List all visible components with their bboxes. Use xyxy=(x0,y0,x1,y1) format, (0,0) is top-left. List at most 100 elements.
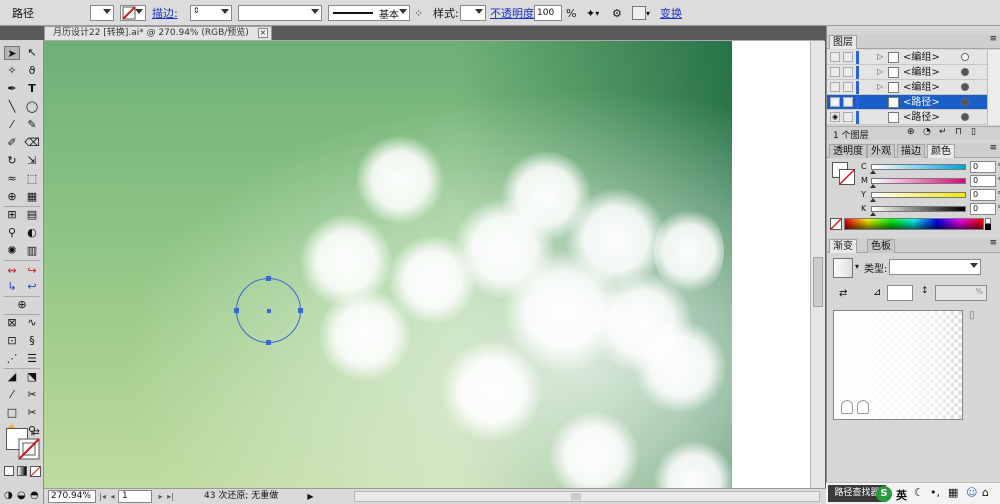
lock-toggle[interactable] xyxy=(843,67,853,77)
tab-appearance[interactable]: 外观 xyxy=(867,144,895,158)
transform-link[interactable]: 变换 xyxy=(660,5,682,21)
punctuation-icon[interactable]: •, xyxy=(930,486,940,499)
clipping-mask-icon[interactable]: ◔ xyxy=(923,127,931,137)
wave-tool-icon[interactable]: ∿ xyxy=(24,316,40,330)
tab-stroke[interactable]: 描边 xyxy=(897,144,925,158)
tab-layers[interactable]: 图层 xyxy=(829,35,857,49)
cyan-slider[interactable]: C 0 % xyxy=(843,161,1000,174)
artboard-canvas[interactable] xyxy=(44,41,732,488)
gradient-type-dropdown[interactable] xyxy=(889,259,981,275)
opacity-link[interactable]: 不透明度 xyxy=(490,5,534,21)
keyboard-icon[interactable]: ▦ xyxy=(948,486,958,499)
target-icon[interactable] xyxy=(961,83,969,91)
stroke-color-swatch[interactable] xyxy=(18,438,40,460)
free-transform-tool-icon[interactable]: ⬚ xyxy=(24,172,40,186)
mesh-tool-icon[interactable]: ⊞ xyxy=(4,208,20,222)
pencil-tool-icon[interactable]: ✎ xyxy=(24,118,40,132)
lock-toggle[interactable] xyxy=(843,97,853,107)
aspect-ratio-field[interactable]: % xyxy=(935,285,987,301)
recolor-icon[interactable]: ✦ xyxy=(586,7,595,20)
column-graph-tool-icon[interactable]: ▥ xyxy=(24,244,40,258)
anchor-point[interactable] xyxy=(266,340,271,345)
layers-scrollbar[interactable] xyxy=(987,50,1000,125)
pathfinder-tool-icon[interactable]: ⋰ xyxy=(4,352,20,366)
lock-toggle[interactable] xyxy=(843,52,853,62)
aspect-ratio-icon[interactable]: ↕ xyxy=(921,286,929,296)
swap-colors-icon[interactable]: ⇄ xyxy=(28,426,44,440)
layer-row[interactable]: ◉ <路径> xyxy=(827,110,987,125)
slider-track[interactable] xyxy=(871,206,966,212)
shape-builder-tool-icon[interactable]: ⊕ xyxy=(4,190,20,204)
tab-gradient[interactable]: 渐变 xyxy=(829,239,857,253)
tab-swatches[interactable]: 色板 xyxy=(867,239,895,253)
anchor-point[interactable] xyxy=(298,308,303,313)
locate-object-icon[interactable]: ⊕ xyxy=(907,127,915,137)
stroke-link[interactable]: 描边: xyxy=(152,5,178,21)
ime-language[interactable]: 英 xyxy=(896,487,907,503)
channel-value[interactable]: 0 xyxy=(970,175,996,187)
expand-arrow-icon[interactable]: ▷ xyxy=(877,67,883,76)
slider-knob[interactable] xyxy=(870,170,876,174)
knife-tool-icon[interactable]: ✂ xyxy=(24,388,40,402)
pen-tool-icon[interactable]: ✒ xyxy=(4,82,20,96)
lasso-tool-icon[interactable]: ϑ xyxy=(24,64,40,78)
twirl-tool-icon[interactable]: § xyxy=(24,334,40,348)
page-field[interactable]: 1 xyxy=(118,490,152,503)
shirt-icon[interactable]: ⌂ xyxy=(982,486,989,499)
tab-color[interactable]: 颜色 xyxy=(927,144,955,158)
symbol-sprayer-tool-icon[interactable]: ✺ xyxy=(4,244,20,258)
document-tab[interactable]: 月历设计22 [转换].ai* @ 270.94% (RGB/预览) × xyxy=(44,26,272,40)
gradient-tool-icon[interactable]: ▤ xyxy=(24,208,40,222)
next-page-icon[interactable]: ▸ xyxy=(156,490,165,503)
target-icon[interactable] xyxy=(961,98,969,106)
moon-icon[interactable]: ☾ xyxy=(914,486,924,499)
direct-selection-tool-icon[interactable]: ↖ xyxy=(24,46,40,60)
tab-transparency[interactable]: 透明度 xyxy=(829,144,867,158)
crosshair-tool-icon[interactable]: ⊕ xyxy=(14,298,30,312)
prev-page-icon[interactable]: ◂ xyxy=(108,490,117,503)
artboard-tool-icon[interactable]: □ xyxy=(4,406,20,420)
grid-options-icon[interactable]: ⁘ xyxy=(414,7,423,20)
trash-icon[interactable]: ▯ xyxy=(969,310,975,321)
zoom-field[interactable]: 270.94% xyxy=(48,490,96,503)
black-slider[interactable]: K 0 % xyxy=(843,203,1000,216)
lock-toggle[interactable] xyxy=(843,82,853,92)
last-page-icon[interactable]: ▸| xyxy=(166,490,175,503)
selection-tool-icon[interactable]: ➤ xyxy=(4,46,20,60)
anchor-tool-icon[interactable]: ↳ xyxy=(4,280,20,294)
stroke-weight-field[interactable]: ⇕ xyxy=(190,5,232,21)
panel-menu-icon[interactable]: ≡ xyxy=(989,143,997,153)
dropdown-arrow-icon[interactable]: ▾ xyxy=(646,9,650,18)
color-mode-icon[interactable] xyxy=(4,466,14,476)
curvature-tool-icon[interactable]: ↪ xyxy=(24,264,40,278)
layer-row[interactable]: ▷ <编组> xyxy=(827,80,987,95)
warp-tool-icon[interactable]: ≈ xyxy=(4,172,20,186)
horizontal-scrollbar[interactable] xyxy=(354,491,820,502)
slider-track[interactable] xyxy=(871,192,966,198)
envelope-tool-icon[interactable]: ⊠ xyxy=(4,316,20,330)
opacity-field[interactable]: 100 xyxy=(534,5,562,21)
scroll-thumb[interactable] xyxy=(813,257,823,307)
visibility-eye-icon[interactable] xyxy=(830,52,840,62)
expand-arrow-icon[interactable]: ▷ xyxy=(877,82,883,91)
variable-width-profile[interactable] xyxy=(238,5,322,21)
expand-arrow-icon[interactable]: ▷ xyxy=(877,52,883,61)
ellipse-tool-icon[interactable]: ◯ xyxy=(24,100,40,114)
new-layer-icon[interactable]: ⊓ xyxy=(955,127,962,137)
vertical-scrollbar[interactable] xyxy=(810,41,825,488)
dropdown-arrow-icon[interactable]: ▾ xyxy=(855,262,859,271)
reverse-gradient-icon[interactable]: ⇄ xyxy=(839,288,847,299)
black-swatch[interactable] xyxy=(985,224,991,230)
width-tool-icon[interactable]: ↭ xyxy=(4,264,20,278)
scissors-tool-icon[interactable]: ✂ xyxy=(24,406,40,420)
first-page-icon[interactable]: |◂ xyxy=(98,490,107,503)
channel-value[interactable]: 0 xyxy=(970,189,996,201)
new-sublayer-icon[interactable]: ↵ xyxy=(939,127,947,137)
layer-row[interactable]: ▷ <编组> xyxy=(827,65,987,80)
magenta-slider[interactable]: M 0 % xyxy=(843,175,1000,188)
brush-definition-dropdown[interactable]: 基本 xyxy=(328,5,410,21)
panel-menu-icon[interactable]: ≡ xyxy=(989,34,997,44)
draw-normal-icon[interactable]: ◑ xyxy=(4,490,13,501)
blob-brush-tool-icon[interactable]: ✐ xyxy=(4,136,20,150)
reshape-tool-icon[interactable]: ↩ xyxy=(24,280,40,294)
